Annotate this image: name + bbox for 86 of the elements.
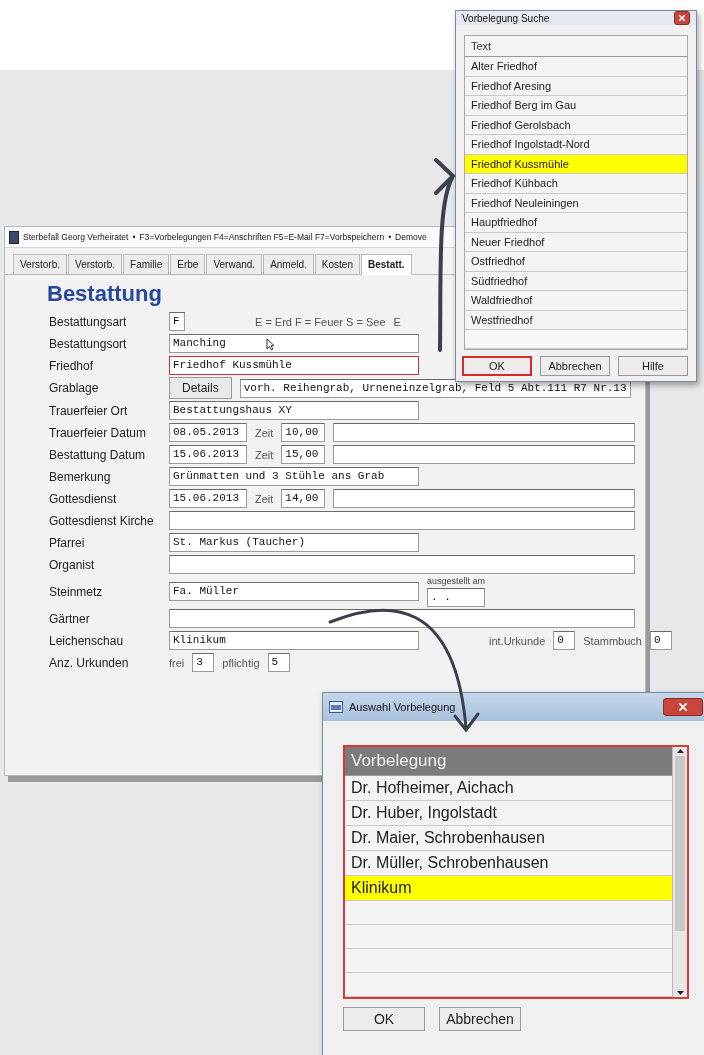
input-field[interactable]: 0 [649,631,672,650]
input-field[interactable] [333,423,635,442]
field-hint: int.Urkunde [489,634,546,647]
scroll-up-icon [676,749,684,753]
app-icon [9,230,19,244]
field-label: Gottesdienst [49,491,118,506]
dialog-button[interactable]: Abbrechen [439,1007,521,1031]
tab[interactable]: Bestatt. [360,254,412,275]
input-field[interactable]: 0 [553,631,576,650]
title-text: • [132,232,136,242]
field-label: Leichenschau [49,633,125,648]
dialog-title: Vorbelegung Suche [462,12,550,24]
field-hint: pflichtig [222,656,260,669]
field-label: Bestattungsart [49,314,128,329]
field-label: Gärtner [49,611,91,626]
input-field[interactable] [169,555,635,574]
input-field[interactable]: 3 [192,653,215,672]
input-field[interactable]: Manching [169,334,419,353]
dialog-button[interactable]: OK [343,1007,425,1031]
input-field[interactable]: Grünmatten und 3 Stühle ans Grab [169,467,419,486]
field-hint: Zeit [255,426,274,439]
close-button[interactable] [663,698,703,716]
input-field[interactable]: Klinikum [169,631,419,650]
field-hint: Stammbuch [583,634,642,647]
input-field[interactable]: Bestattungshaus XY [169,401,419,420]
tab[interactable]: Kosten [314,254,360,274]
close-button[interactable] [674,11,690,25]
input-field[interactable]: Fa. Müller [169,582,419,601]
dialog-button[interactable]: OK [462,356,532,376]
dialog-button[interactable]: Hilfe [618,356,688,376]
dialog-title: Auswahl Vorbelegung [349,701,456,713]
tab[interactable]: Verstorb. [13,254,68,274]
field-label: Pfarrei [49,535,86,550]
title-text: F3=Vorbelegungen F4=Anschriften F5=E-Mail F7=Vorbspeichern [139,232,385,242]
list-item[interactable]: Klinikum [345,876,672,901]
field-label: Bestattungsort [49,336,128,351]
tab[interactable]: Erbe [170,254,206,274]
details-button[interactable]: Details [169,377,232,399]
close-icon [679,703,687,711]
input-field[interactable] [169,511,635,530]
field-caption: ausgestellt am [427,576,486,586]
list-item[interactable]: Friedhof Kussmühle [465,154,687,174]
input-field[interactable] [169,609,635,628]
field-label: Grablage [49,381,100,395]
input-field[interactable]: F [169,312,185,331]
input-field[interactable]: 08.05.2013 [169,423,247,442]
field-hint: Zeit [255,448,274,461]
input-field[interactable]: Friedhof Kussmühle [169,356,419,375]
field-label: Bestattung Datum [49,447,147,462]
input-field[interactable]: . . [427,588,486,607]
tab[interactable]: Anmeld. [263,254,314,274]
section-heading: Bestattung [47,281,162,307]
input-field[interactable]: vorh. Reihengrab, Urneneinzelgrab, Feld 5 Abt.111 R7 Nr.13 [239,378,631,398]
input-field[interactable] [333,489,635,508]
field-hint: frei [169,656,185,669]
field-label: Trauerfeier Ort [49,403,129,418]
title-text: • [388,232,392,242]
input-field[interactable]: St. Markus (Taucher) [169,533,419,552]
dialog-button[interactable]: Abbrechen [540,356,610,376]
window-icon [329,701,343,713]
tab[interactable]: Familie [123,254,170,274]
input-field[interactable]: 5 [267,653,290,672]
field-label: Bemerkung [49,469,112,484]
input-field[interactable]: 14,00 [281,489,326,508]
tab[interactable]: Verwand. [206,254,263,274]
window-title: Sterbefall Georg Verheiratet [23,232,129,242]
input-field[interactable] [333,445,635,464]
scrollbar[interactable] [672,747,687,997]
field-label: Friedhof [49,358,95,373]
field-label: Steinmetz [49,584,104,599]
field-hint: Zeit [255,492,274,505]
tab[interactable]: Verstorb. [68,254,123,274]
input-field[interactable]: 15.06.2013 [169,445,247,464]
field-label: Organist [49,557,96,572]
scroll-down-icon [676,991,684,995]
input-field[interactable]: 15.06.2013 [169,489,247,508]
input-field[interactable]: 15,00 [281,445,326,464]
field-label: Trauerfeier Datum [49,425,147,440]
close-icon [679,15,685,21]
field-hint: E [393,315,401,328]
column-header: Vorbelegung [345,747,672,776]
field-label: Anz. Urkunden [49,655,130,670]
title-text: Demove [395,232,427,242]
field-hint: E = Erd F = Feuer S = See [255,315,386,328]
input-field[interactable]: 10,00 [281,423,326,442]
field-label: Gottesdienst Kirche [49,513,155,528]
